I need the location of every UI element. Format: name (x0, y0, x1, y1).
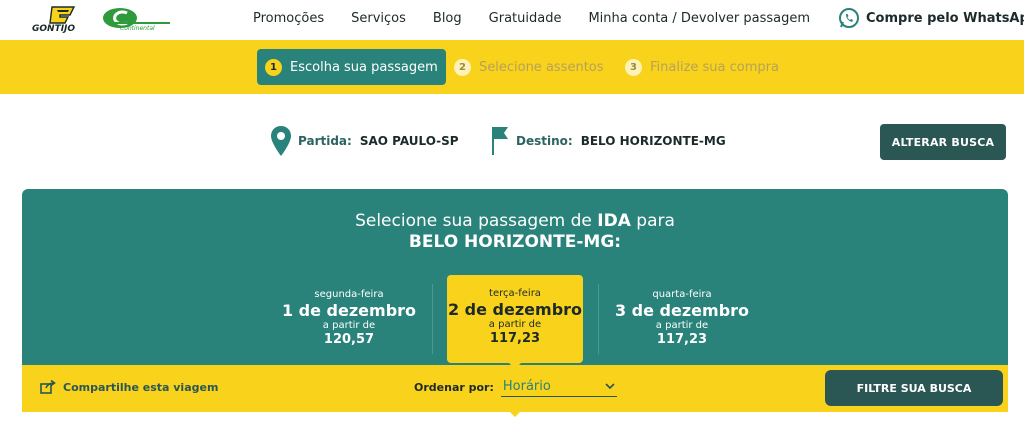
day-option-1[interactable]: segunda-feira 1 de dezembro a partir de … (269, 289, 429, 348)
step-escolha-passagem[interactable]: 1 Escolha sua passagem (257, 49, 446, 85)
step-number: 1 (265, 58, 282, 76)
nav-gratuidade[interactable]: Gratuidade (489, 11, 562, 26)
step-number: 2 (454, 58, 471, 76)
step-label: Escolha sua passagem (290, 59, 438, 75)
origin-value: SAO PAULO-SP (359, 134, 459, 148)
step-finalize-compra: 3 Finalize sua compra (617, 49, 787, 85)
route-destination: Destino: BELO HORIZONTE-MG (490, 123, 726, 159)
whatsapp-label: Compre pelo WhatsApp (866, 10, 1024, 26)
panel-title: Selecione sua passagem de IDA para BELO … (22, 211, 1008, 253)
gontijo-logo[interactable]: GONTIJO (30, 5, 92, 33)
svg-text:GONTIJO: GONTIJO (32, 24, 75, 33)
day-price: 120,57 (323, 332, 375, 347)
day-price: 117,23 (489, 331, 541, 346)
origin-label: Partida: (298, 134, 352, 148)
sort-value: Horário (502, 379, 551, 394)
day-option-2-selected[interactable]: terça-feira 2 de dezembro a partir de 11… (447, 275, 583, 363)
toolbar-pointer (509, 411, 521, 417)
nav-minha-conta[interactable]: Minha conta / Devolver passagem (588, 11, 810, 26)
day-divider (598, 284, 599, 354)
title-prefix: Selecione sua passagem de (355, 211, 598, 231)
alterar-busca-button[interactable]: ALTERAR BUSCA (880, 124, 1006, 160)
day-from-label: a partir de (488, 319, 542, 330)
sort-select[interactable]: Horário (500, 377, 617, 397)
day-date: 1 de dezembro (281, 301, 417, 320)
day-weekday: quarta-feira (652, 289, 712, 300)
nav-promocoes[interactable]: Promoções (253, 11, 324, 26)
title-suffix: para (630, 211, 675, 231)
main-nav: Promoções Serviços Blog Gratuidade Minha… (253, 0, 837, 36)
day-weekday: terça-feira (489, 288, 541, 299)
sort-control: Ordenar por: Horário (414, 377, 617, 397)
route-origin: Partida: SAO PAULO-SP (270, 123, 459, 159)
title-trip-type: IDA (597, 211, 631, 231)
day-weekday: segunda-feira (314, 289, 384, 300)
steps-bar: 1 Escolha sua passagem 2 Selecione assen… (0, 40, 1024, 94)
site-header: GONTIJO Continental Promoções Serviços B… (0, 0, 1024, 40)
destination-value: BELO HORIZONTE-MG (580, 134, 726, 148)
share-icon (40, 380, 56, 394)
step-label: Selecione assentos (479, 59, 604, 75)
step-selecione-assentos: 2 Selecione assentos (446, 49, 612, 85)
svg-text:Continental: Continental (120, 25, 155, 32)
day-date: 3 de dezembro (614, 301, 750, 320)
day-from-label: a partir de (655, 320, 709, 331)
day-from-label: a partir de (322, 320, 376, 331)
destination-label: Destino: (516, 134, 573, 148)
whatsapp-icon (839, 8, 859, 28)
map-pin-icon (271, 126, 291, 156)
flag-icon (492, 127, 508, 155)
sort-label: Ordenar por: (414, 380, 494, 394)
nav-servicos[interactable]: Serviços (351, 11, 406, 26)
day-date: 2 de dezembro (447, 300, 583, 319)
title-destination: BELO HORIZONTE-MG: (408, 232, 622, 252)
day-option-3[interactable]: quarta-feira 3 de dezembro a partir de 1… (602, 289, 762, 348)
step-label: Finalize sua compra (650, 59, 779, 75)
step-number: 3 (625, 58, 642, 76)
day-price: 117,23 (656, 332, 708, 347)
chevron-down-icon (605, 383, 615, 390)
nav-blog[interactable]: Blog (433, 11, 462, 26)
share-trip-link[interactable]: Compartilhe esta viagem (40, 380, 218, 394)
filtre-busca-button[interactable]: FILTRE SUA BUSCA (825, 370, 1003, 406)
whatsapp-link[interactable]: Compre pelo WhatsApp (838, 7, 1024, 29)
continental-logo[interactable]: Continental (100, 6, 174, 32)
share-label: Compartilhe esta viagem (63, 380, 219, 394)
day-divider (432, 284, 433, 354)
